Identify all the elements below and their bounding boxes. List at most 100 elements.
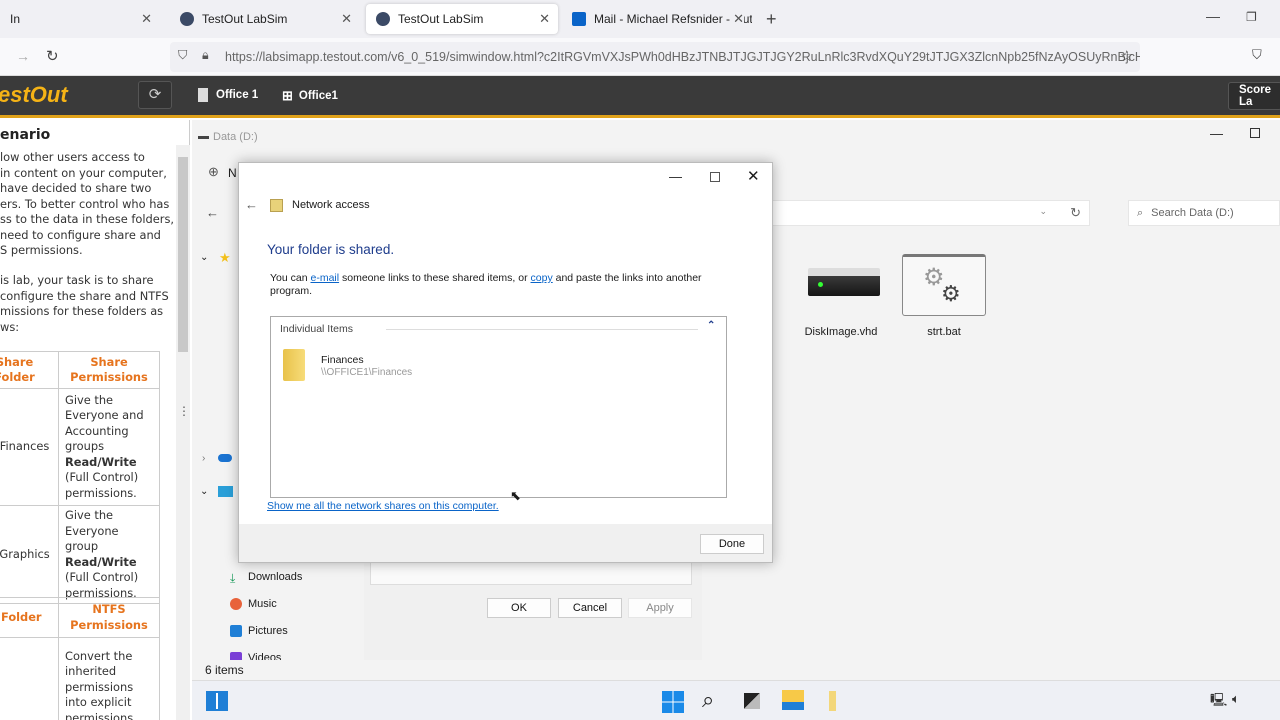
scenario-text: S permissions. [0, 243, 83, 257]
network-icon[interactable]: 🖳︎ [1210, 691, 1227, 713]
close-button[interactable]: ✕ [747, 167, 760, 185]
new-button[interactable]: N [228, 166, 237, 180]
scenario-text: low other users access to [0, 150, 145, 164]
perm-text: (Full Control) permissions. [65, 570, 139, 600]
chevron-right-icon[interactable]: › [202, 453, 205, 464]
network-access-dialog: — ✕ ← Network access Your folder is shar… [238, 162, 773, 563]
perm-text: Give the Everyone group [65, 508, 119, 553]
desc-text: You can [270, 272, 311, 284]
computer-label: Office1 [298, 90, 338, 102]
restore-button[interactable]: ❐ [1246, 10, 1257, 24]
close-icon[interactable]: ✕ [733, 11, 744, 27]
cancel-button[interactable]: Cancel [558, 598, 622, 618]
scenario-text: missions for these folders as [0, 304, 164, 318]
desc-text: someone links to these shared items, or [339, 272, 531, 284]
collapse-chevron-icon[interactable]: ⌃ [707, 320, 715, 331]
tab-active[interactable]: TestOut LabSim ✕ [366, 4, 558, 34]
divider [386, 329, 698, 330]
apply-button[interactable]: Apply [628, 598, 692, 618]
batch-gear-icon[interactable]: ⚙ ⚙ [902, 254, 986, 316]
bookmark-star-icon[interactable]: ☆ [1120, 47, 1133, 65]
tab[interactable]: In ✕ [0, 4, 160, 34]
reload-icon[interactable]: ↻ [46, 47, 59, 65]
outlook-icon [572, 12, 586, 26]
location-label: Office 1 [216, 89, 259, 101]
start-icon[interactable] [662, 691, 684, 713]
location-office-button[interactable]: Office 1 [198, 88, 258, 102]
task-view-icon[interactable] [744, 693, 760, 709]
tab-label: TestOut LabSim [398, 12, 484, 26]
ok-button[interactable]: OK [487, 598, 551, 618]
close-icon[interactable]: ✕ [141, 11, 152, 27]
copy-link[interactable]: copy [531, 272, 553, 284]
nav-item-pictures[interactable]: Pictures [230, 625, 288, 637]
table-header: Share Folder [0, 351, 59, 389]
nav-label: Music [248, 598, 277, 610]
shared-item-name[interactable]: Finances [321, 354, 364, 366]
refresh-icon[interactable]: ↻ [1070, 205, 1081, 221]
network-share-icon [270, 199, 283, 212]
table-row: D:\ FinancesGive the Everyone and Accoun… [0, 388, 160, 506]
minimize-button[interactable]: — [1206, 8, 1220, 24]
close-icon[interactable]: ✕ [539, 11, 550, 27]
file-item[interactable] [808, 254, 880, 310]
chevron-down-icon[interactable]: ⌄ [1039, 206, 1047, 217]
scenario-text: is lab, your task is to share [0, 273, 154, 287]
chevron-down-icon[interactable]: ⌄ [200, 486, 208, 497]
widgets-icon[interactable] [206, 691, 228, 711]
maximize-button[interactable] [710, 172, 720, 182]
perm-bold: Read/Write [65, 454, 137, 469]
back-icon[interactable]: ← [206, 205, 219, 220]
scenario-scrollbar[interactable] [176, 145, 190, 720]
pocket-icon[interactable]: ⛉ [1252, 47, 1262, 63]
file-explorer-taskbar-icon[interactable] [782, 690, 804, 710]
forward-icon[interactable]: → [16, 48, 30, 64]
dialog-description: You can e-mail someone links to these sh… [270, 272, 720, 297]
file-name[interactable]: strt.bat [902, 326, 986, 338]
server-icon [198, 88, 208, 102]
properties-dialog: OK Cancel Apply [364, 563, 702, 660]
lock-icon[interactable]: 🔒︎ [202, 48, 209, 63]
new-icon[interactable]: ⊕ [208, 164, 219, 180]
score-label: Score La [1239, 84, 1271, 108]
file-name[interactable]: DiskImage.vhd [796, 326, 886, 338]
search-icon[interactable]: ⌕ [702, 687, 714, 713]
email-link[interactable]: e-mail [310, 272, 339, 284]
panel-resize-handle[interactable]: ⋮ [178, 405, 190, 417]
drive-icon [198, 136, 209, 139]
window-title: Data (D:) [213, 131, 258, 143]
score-lab-button[interactable]: Score La [1228, 82, 1280, 110]
minimize-button[interactable]: — [669, 169, 682, 184]
show-network-shares-link[interactable]: Show me all the network shares on this c… [267, 500, 499, 512]
minimize-button[interactable]: — [1210, 126, 1223, 141]
chevron-down-icon[interactable]: ⌄ [200, 252, 208, 263]
nav-item-videos[interactable]: Videos [230, 652, 281, 660]
done-button[interactable]: Done [700, 534, 764, 554]
close-icon[interactable]: ✕ [341, 11, 352, 27]
folder-icon [283, 349, 305, 381]
nav-item-downloads[interactable]: ⤓ Downloads [230, 571, 302, 585]
shield-icon[interactable]: ⛉ [178, 48, 187, 63]
taskbar: ⌕ 🖳︎ 🔈︎ [192, 680, 1280, 720]
properties-panel [370, 563, 692, 585]
tab[interactable]: TestOut LabSim ✕ [170, 4, 360, 34]
maximize-button[interactable] [1250, 128, 1260, 138]
scenario-text: ws: [0, 319, 20, 334]
group-label: Individual Items [280, 323, 353, 335]
new-tab-button[interactable]: + [766, 9, 777, 30]
table-header: Folder [0, 597, 59, 638]
back-button[interactable]: ← [245, 197, 258, 212]
tab[interactable]: Mail - Michael Refsnider - Outlo ✕ [562, 4, 752, 34]
permission-cell: Give the Everyone group Read/Write (Full… [58, 505, 160, 604]
volume-icon[interactable]: 🔈︎ [1232, 691, 1240, 707]
nav-item-music[interactable]: Music [230, 598, 277, 610]
testout-logo: estOut [0, 82, 68, 107]
refresh-lab-button[interactable]: ⟳ [138, 81, 172, 109]
mouse-cursor-icon: ⬉ [510, 488, 521, 503]
address-field[interactable]: ⌄ ↻ [772, 200, 1090, 226]
labsim-toolbar: estOut ⟳ Office 1 ⊞ Office1 Score La [0, 76, 1280, 118]
url-field[interactable]: ⛉ 🔒︎ https://labsimapp.testout.com/v6_0_… [170, 42, 1140, 72]
folder-taskbar-icon[interactable] [829, 691, 836, 711]
computer-office1-button[interactable]: ⊞ Office1 [282, 88, 338, 104]
search-input[interactable]: ⌕ Search Data (D:) [1128, 200, 1280, 226]
